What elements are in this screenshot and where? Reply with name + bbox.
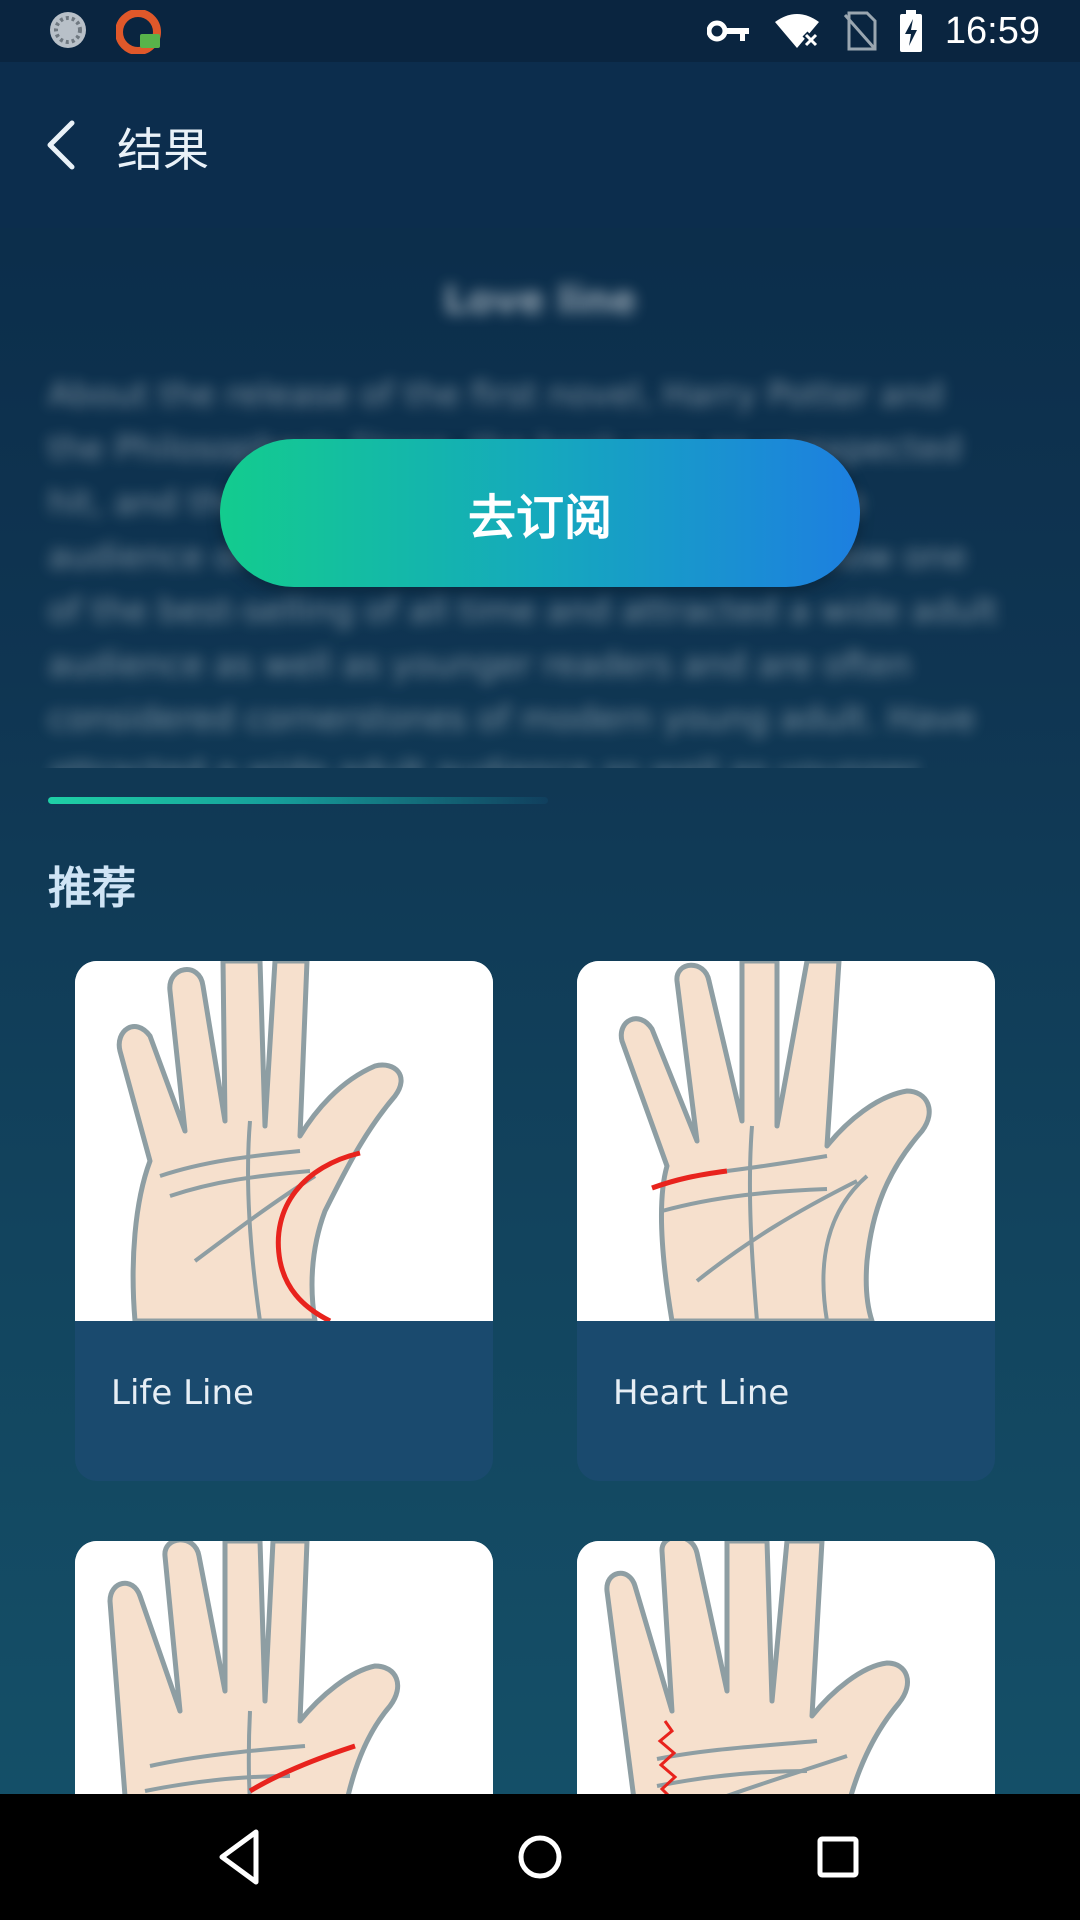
system-nav-bar bbox=[0, 1794, 1080, 1920]
battery-charging-icon bbox=[899, 10, 922, 52]
locked-title: Love line bbox=[443, 278, 637, 322]
home-circle-icon[interactable] bbox=[507, 1824, 573, 1890]
loading-icon bbox=[50, 12, 86, 48]
subscribe-button[interactable]: 去订阅 bbox=[220, 439, 860, 587]
section-divider bbox=[48, 797, 548, 804]
back-triangle-icon[interactable] bbox=[208, 1824, 274, 1890]
palm-life-line-image bbox=[75, 961, 493, 1321]
vpn-app-icon bbox=[116, 10, 161, 54]
wifi-off-icon bbox=[774, 14, 820, 49]
recents-square-icon[interactable] bbox=[805, 1824, 871, 1890]
key-icon bbox=[706, 20, 749, 42]
page-title: 结果 bbox=[117, 123, 209, 177]
card-heart-line[interactable]: Heart Line bbox=[577, 961, 995, 1481]
no-sim-icon bbox=[843, 11, 877, 51]
chevron-left-icon[interactable] bbox=[38, 117, 94, 173]
card-label: Life Line bbox=[111, 1373, 254, 1413]
clock: 16:59 bbox=[944, 9, 1040, 52]
app-bar: 结果 bbox=[0, 62, 1080, 228]
card-label: Heart Line bbox=[613, 1373, 790, 1413]
palm-heart-line-image bbox=[577, 961, 995, 1321]
recommend-title: 推荐 bbox=[48, 863, 136, 914]
status-bar: 16:59 bbox=[0, 0, 1080, 62]
card-life-line[interactable]: Life Line bbox=[75, 961, 493, 1481]
